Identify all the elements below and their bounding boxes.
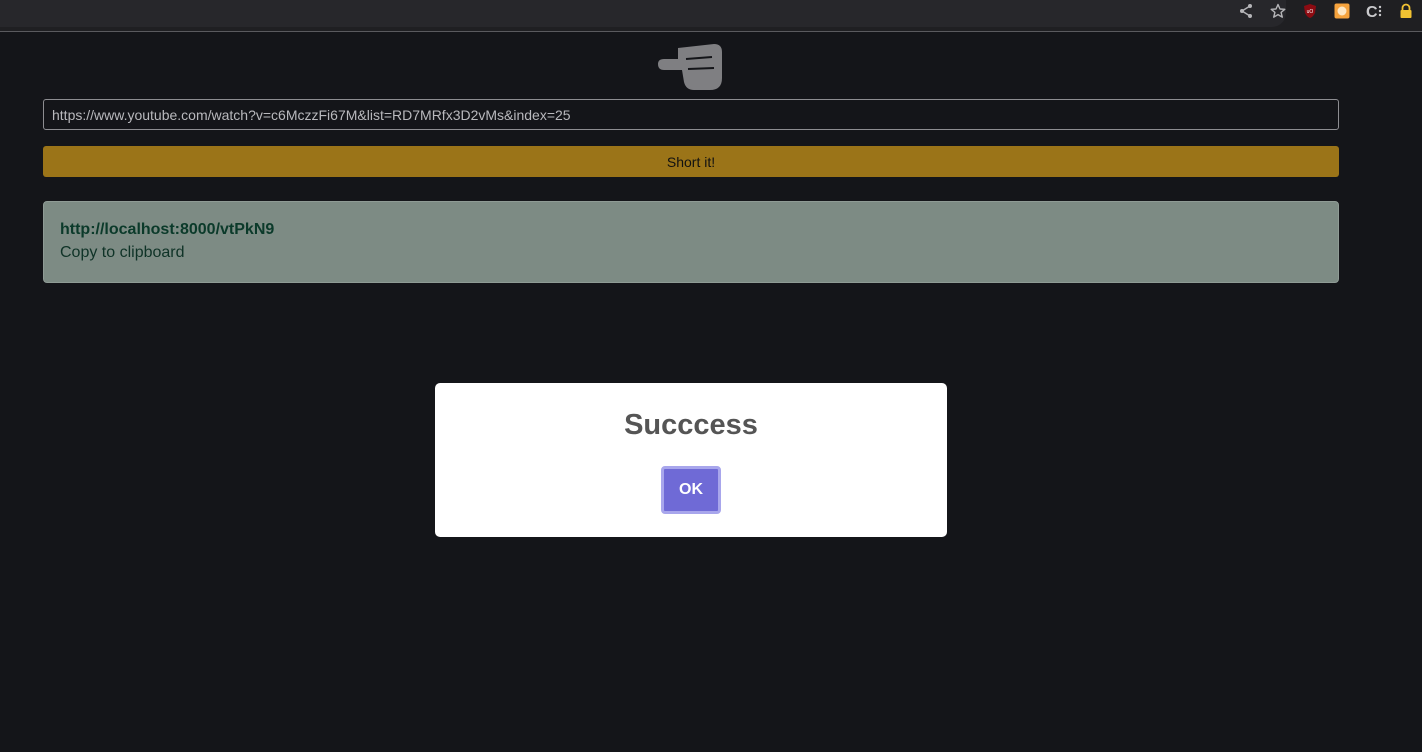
svg-text:C: C — [1366, 4, 1378, 19]
toolbar-icons: uO C — [1230, 0, 1422, 22]
result-alert: http://localhost:8000/vtPkN9 Copy to cli… — [43, 201, 1339, 283]
svg-text:uO: uO — [1307, 9, 1314, 15]
ok-button[interactable]: OK — [661, 466, 721, 514]
c-extension-icon[interactable]: C — [1358, 0, 1390, 22]
short-it-button[interactable]: Short it! — [43, 146, 1339, 177]
share-icon[interactable] — [1230, 0, 1262, 22]
short-url-link[interactable]: http://localhost:8000/vtPkN9 — [60, 219, 1322, 241]
success-modal: Succcess OK — [435, 383, 947, 537]
ublock-icon[interactable]: uO — [1294, 0, 1326, 22]
url-input[interactable] — [43, 99, 1339, 130]
page-content: Short it! http://localhost:8000/vtPkN9 C… — [0, 32, 1422, 752]
star-icon[interactable] — [1262, 0, 1294, 22]
browser-toolbar: uO C — [0, 0, 1422, 32]
modal-title: Succcess — [624, 409, 758, 441]
extension-icon[interactable] — [1326, 0, 1358, 22]
address-bar[interactable] — [0, 0, 1286, 27]
lock-icon[interactable] — [1390, 0, 1422, 22]
pointing-hand-icon — [656, 38, 728, 92]
copy-to-clipboard-link[interactable]: Copy to clipboard — [60, 241, 1322, 265]
